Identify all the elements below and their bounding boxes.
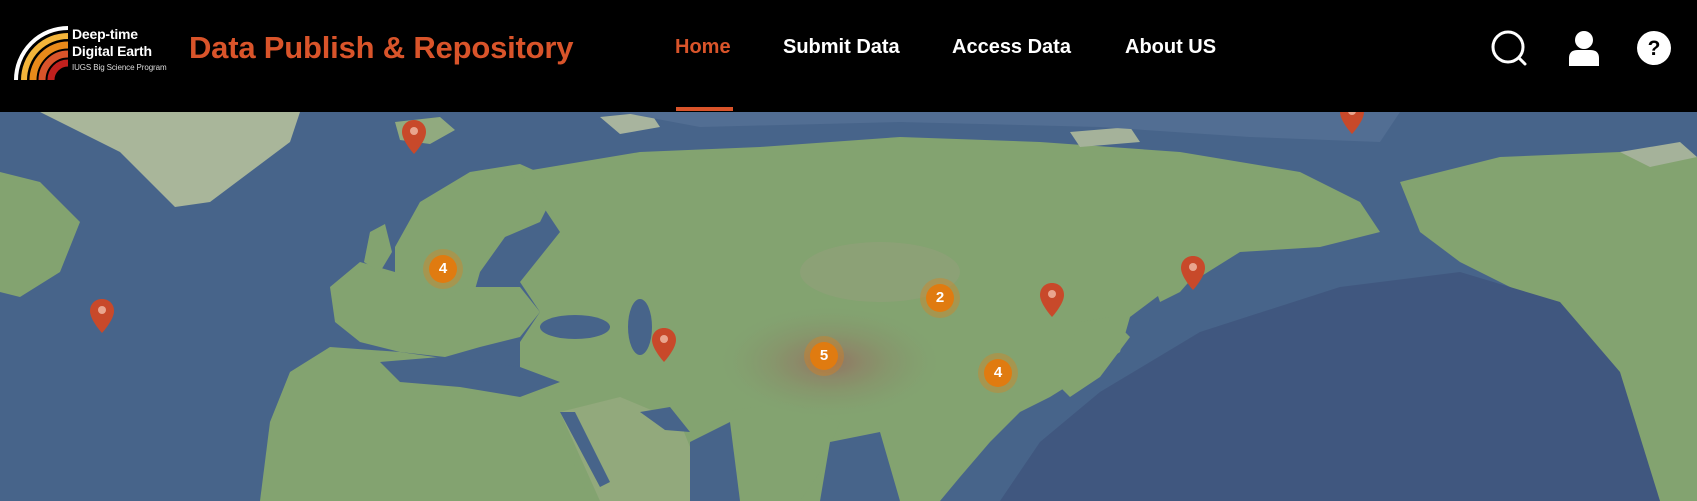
world-map[interactable]: 4 2 5 4 <box>0 112 1697 501</box>
map-basemap <box>0 112 1697 501</box>
user-icon[interactable] <box>1564 28 1604 68</box>
cluster-count: 5 <box>810 342 838 370</box>
logo-arcs-icon <box>14 26 69 81</box>
map-pin-icon[interactable] <box>652 328 676 362</box>
map-pin-icon[interactable] <box>1040 283 1064 317</box>
map-cluster-marker[interactable]: 4 <box>978 353 1018 393</box>
nav-home[interactable]: Home <box>675 36 731 59</box>
nav-submit-data[interactable]: Submit Data <box>783 36 900 59</box>
map-cluster-marker[interactable]: 2 <box>920 278 960 318</box>
map-pin-icon[interactable] <box>90 299 114 333</box>
svg-text:?: ? <box>1648 37 1661 60</box>
help-icon[interactable]: ? <box>1634 28 1674 68</box>
cluster-count: 2 <box>926 284 954 312</box>
cluster-count: 4 <box>984 359 1012 387</box>
active-nav-indicator <box>676 107 733 111</box>
top-navigation-bar: Deep-time Digital Earth IUGS Big Science… <box>0 0 1697 112</box>
map-cluster-marker[interactable]: 4 <box>423 249 463 289</box>
site-title[interactable]: Data Publish & Repository <box>189 30 573 66</box>
nav-about-us[interactable]: About US <box>1125 36 1216 59</box>
map-pin-icon[interactable] <box>1181 256 1205 290</box>
logo-text-line3: IUGS Big Science Program <box>72 63 167 72</box>
map-pin-icon[interactable] <box>1340 112 1364 134</box>
logo-text-line1: Deep-time <box>72 26 138 42</box>
logo-text-line2: Digital Earth <box>72 43 152 59</box>
nav-access-data[interactable]: Access Data <box>952 36 1071 59</box>
deep-time-digital-earth-logo[interactable]: Deep-time Digital Earth IUGS Big Science… <box>10 8 175 84</box>
map-pin-icon[interactable] <box>402 120 426 154</box>
search-icon[interactable] <box>1489 28 1529 68</box>
map-cluster-marker[interactable]: 5 <box>804 336 844 376</box>
cluster-count: 4 <box>429 255 457 283</box>
